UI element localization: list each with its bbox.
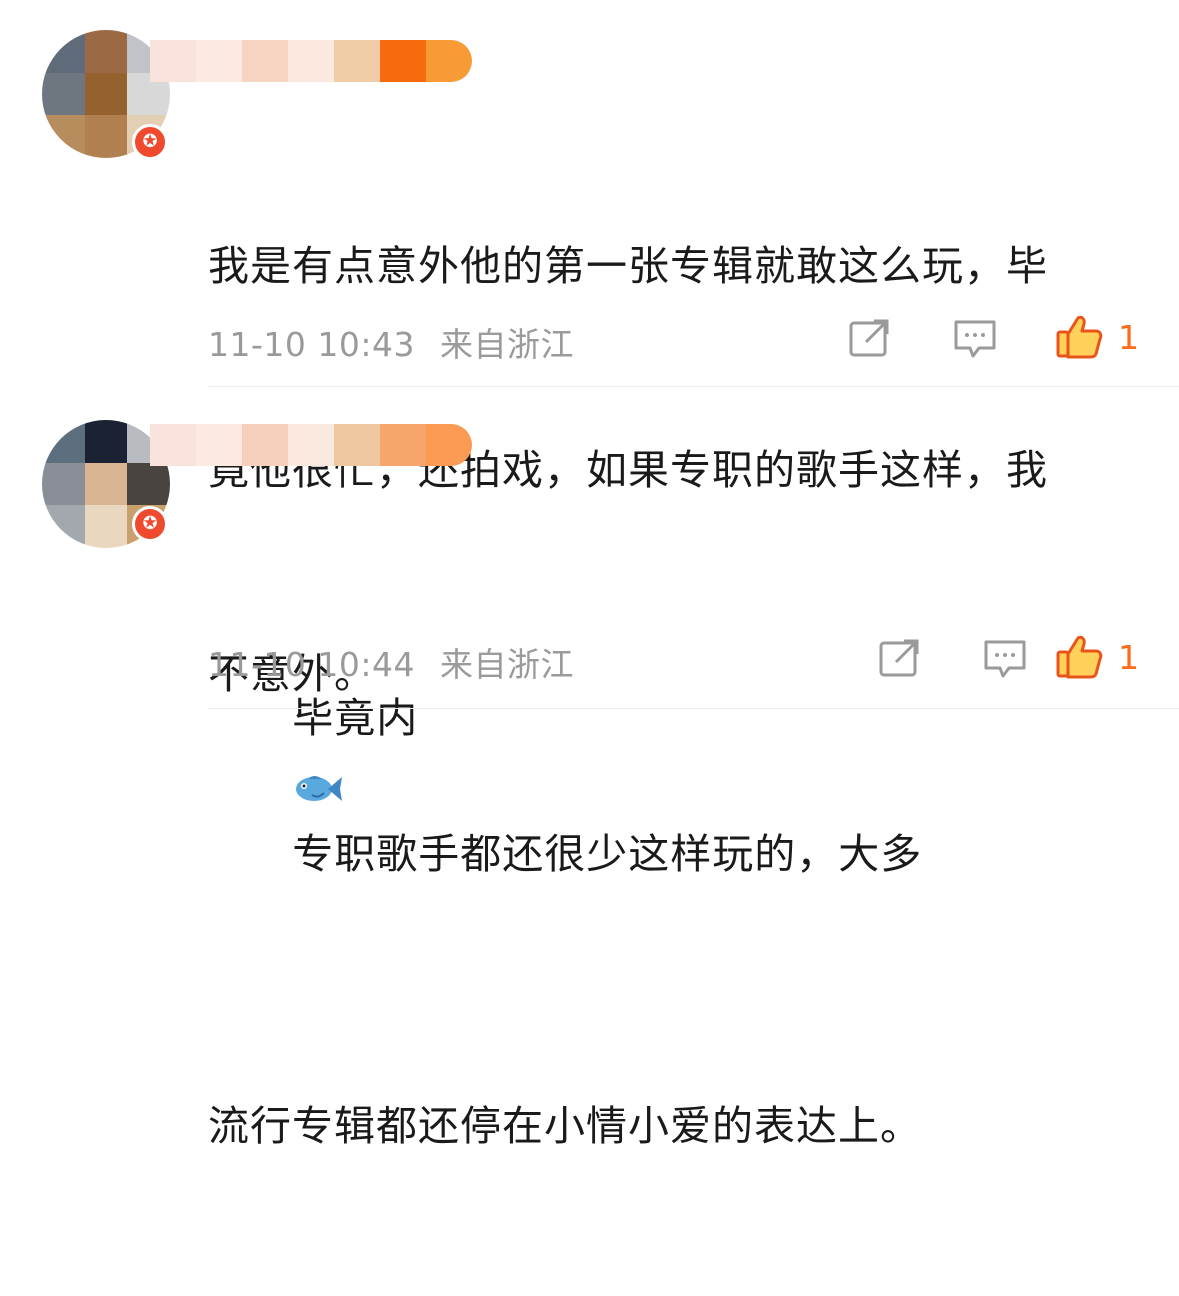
location: 来自浙江 (439, 645, 574, 684)
comment-text: 毕竟内 专职歌手都还很少这样玩的，大多 流行专辑都还停在小情小爱的表达上。 (208, 480, 1148, 1296)
fish-emoji (296, 776, 343, 801)
comment-icon[interactable] (953, 318, 997, 360)
thumbs-up-icon[interactable] (1056, 632, 1104, 680)
verified-badge-icon: ✪ (132, 506, 168, 542)
share-icon[interactable] (848, 318, 892, 358)
share-icon[interactable] (878, 638, 922, 678)
comment-text-line: 流行专辑都还停在小情小爱的表达上。 (208, 1102, 922, 1150)
timestamp: 11-10 10:43 (208, 325, 415, 364)
username-blurred[interactable] (150, 40, 472, 82)
location: 来自浙江 (439, 325, 574, 364)
comment-meta: 11-10 10:44 来自浙江 (208, 638, 574, 686)
like-count: 1 (1118, 638, 1139, 677)
timestamp: 11-10 10:44 (208, 645, 415, 684)
comment-text-segment: 毕竟内 (292, 694, 419, 742)
thumbs-up-icon[interactable] (1056, 312, 1104, 360)
comment-item: ✪ 我是有点意外他的第一张专辑就敢这么玩，毕 竟他很忙，还拍戏，如果专职的歌手这… (0, 0, 1179, 698)
like-count: 1 (1118, 318, 1139, 357)
comment-text-segment: 专职歌手都还很少这样玩的，大多 (292, 830, 923, 878)
verified-badge-icon: ✪ (132, 124, 168, 160)
divider (208, 708, 1179, 709)
comment-item: ✪ 毕竟内 专职歌手都还很少这样玩的，大多 流行专辑都还停在小情小爱的表达上。 … (0, 390, 1179, 1150)
comment-meta: 11-10 10:43 来自浙江 (208, 318, 574, 366)
comment-icon[interactable] (983, 638, 1027, 680)
divider (208, 386, 1179, 387)
username-blurred[interactable] (150, 424, 472, 466)
comment-text-line: 我是有点意外他的第一张专辑就敢这么玩，毕 (208, 242, 1048, 290)
